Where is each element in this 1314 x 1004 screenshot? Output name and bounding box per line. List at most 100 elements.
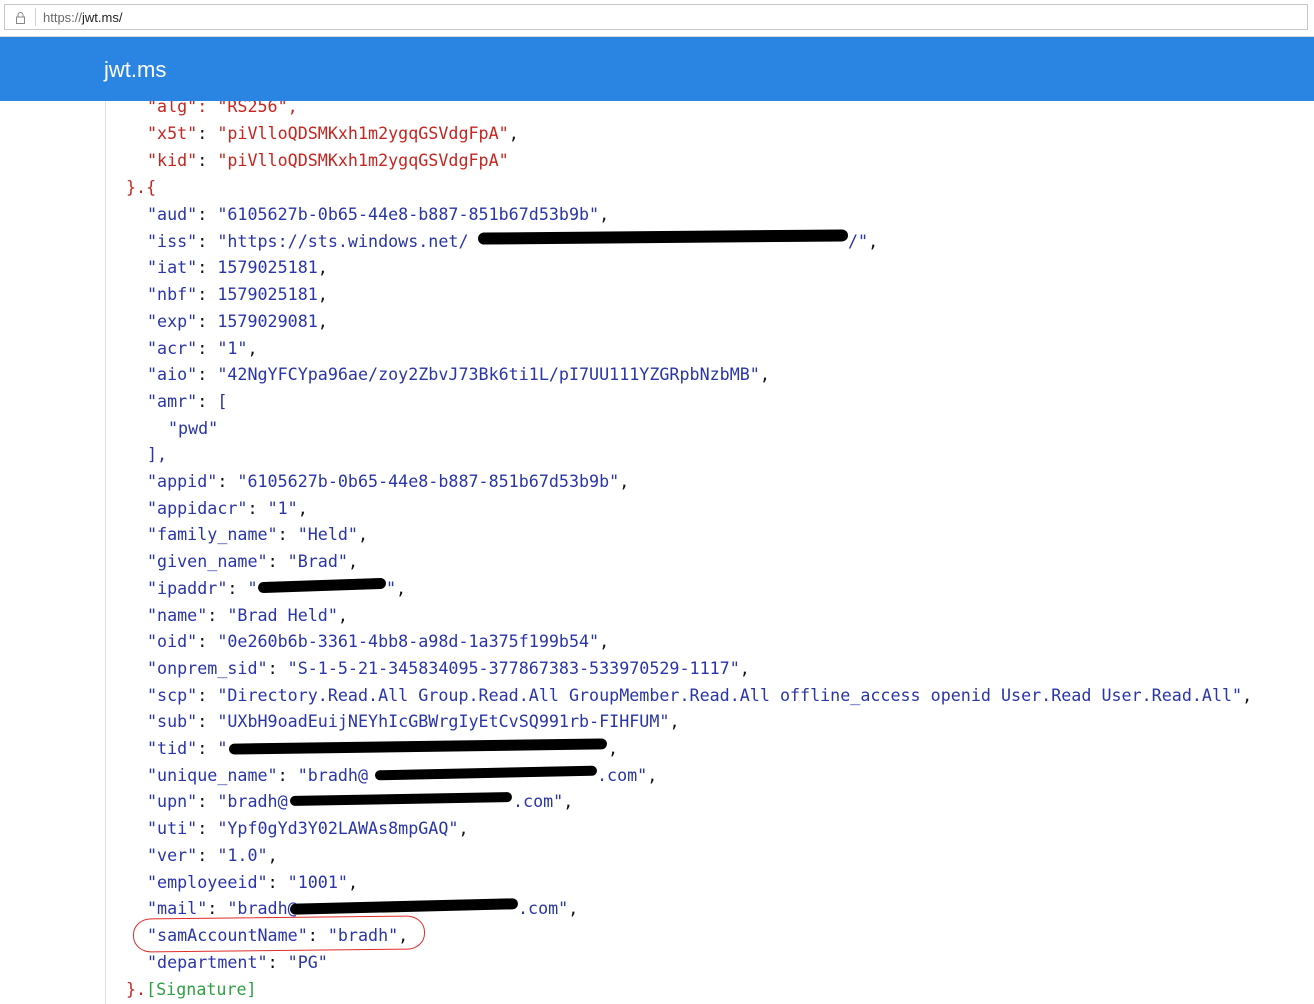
claim-value: "UXbH9oadEuijNEYhIcGBWrgIyEtCvSQ991rb-FI… [217, 711, 670, 732]
claim-value: ], [147, 444, 168, 465]
app-title[interactable]: jwt.ms [104, 57, 166, 83]
url-text[interactable]: https://jwt.ms/ [43, 10, 122, 25]
claim-key: "uti" [147, 818, 198, 839]
url-scheme: https:// [43, 10, 83, 25]
url-host: jwt.ms/ [82, 10, 123, 25]
claim-line: "sub": "UXbH9oadEuijNEYhIcGBWrgIyEtCvSQ9… [147, 711, 680, 732]
claim-key: "unique_name" [147, 764, 278, 785]
claim-separator: , [739, 657, 750, 678]
claim-value-tail: /" [848, 230, 869, 251]
claim-line: "aud": "6105627b-0b65-44e8-b887-851b67d5… [147, 204, 610, 224]
lock-icon [16, 12, 25, 24]
claim-key: "scp" [147, 684, 198, 705]
claim-separator: , [608, 738, 619, 758]
claim-key: "aud" [147, 204, 198, 224]
claim-line: "appidacr": "1", [147, 497, 308, 518]
decoded-token-panel: "alg": "RS256", "x5t": "piVlloQDSMKxh1m2… [0, 101, 1314, 1004]
claim-key: "iat" [147, 257, 198, 278]
claim-line: "employeeid": "1001", [147, 871, 358, 892]
claim-separator: , [337, 604, 348, 625]
claim-separator: , [568, 898, 579, 919]
claim-value: "PG" [287, 951, 328, 972]
claim-value: "https://sts.windows.net/ [217, 230, 469, 251]
claim-line: "nbf": 1579025181, [147, 284, 328, 305]
claim-value: "42NgYFCYpa96ae/zoy2ZbvJ73Bk6ti1L/pI7UU1… [217, 364, 760, 385]
footer-line: }.[Signature] [126, 976, 257, 1003]
claim-value: "1001" [287, 871, 348, 892]
claim-key: "given_name" [147, 551, 268, 572]
claim-separator: , [396, 577, 407, 598]
claim-line: "acr": "1", [147, 337, 258, 358]
claim-key: "exp" [147, 310, 198, 331]
claim-separator: , [317, 257, 328, 278]
claim-value-tail: .com" [513, 791, 564, 812]
claim-value-tail: " [386, 577, 397, 598]
claim-value-tail: .com" [597, 764, 648, 785]
header-kid-value: "piVlloQDSMKxh1m2ygqGSVdgFpA" [217, 150, 509, 170]
header-x5t-key: "x5t" [147, 123, 198, 143]
url-field[interactable]: https://jwt.ms/ [4, 4, 1308, 30]
claim-line: "aio": "42NgYFCYpa96ae/zoy2ZbvJ73Bk6ti1L… [147, 364, 770, 385]
highlight-circle-samaccountname [132, 915, 426, 953]
claim-value: "Brad Held" [227, 604, 338, 625]
header-alg-line: "alg": "RS256", [147, 101, 298, 116]
claim-value: "pwd" [168, 417, 219, 438]
claim-separator: , [247, 337, 258, 358]
claim-line: "given_name": "Brad", [147, 551, 358, 572]
claim-line: "exp": 1579029081, [147, 310, 328, 331]
claim-separator: , [357, 524, 369, 545]
claim-value: "Brad" [287, 551, 348, 572]
claim-separator: , [347, 551, 358, 572]
claim-value: "S-1-5-21-345834095-377867383-533970529-… [287, 657, 740, 678]
claim-line: "name": "Brad Held", [147, 604, 348, 625]
claim-value: "6105627b-0b65-44e8-b887-851b67d53b9b" [217, 204, 600, 224]
claim-line: "appid": "6105627b-0b65-44e8-b887-851b67… [147, 471, 630, 491]
claim-value: " [247, 577, 258, 598]
claim-line: "department": "PG" [147, 951, 328, 972]
claim-key: "aio" [147, 364, 198, 385]
claim-key: "appidacr" [147, 497, 248, 518]
claim-key: "ver" [147, 844, 198, 865]
claim-separator: , [317, 284, 328, 305]
claim-key: "onprem_sid" [147, 657, 268, 678]
claim-value: "6105627b-0b65-44e8-b887-851b67d53b9b" [237, 471, 620, 491]
claim-value: "1" [217, 337, 248, 358]
claim-separator: , [458, 818, 469, 839]
claim-separator: , [563, 791, 574, 812]
claim-line: ], [147, 441, 167, 468]
claim-value: "1" [267, 497, 298, 518]
claim-key: "nbf" [147, 284, 198, 305]
claim-value: "Directory.Read.All Group.Read.All Group… [217, 684, 1243, 705]
claim-separator: , [317, 310, 328, 331]
claim-key: "department" [147, 951, 268, 972]
claim-key: "iss" [147, 230, 198, 251]
claim-value: " [217, 738, 228, 758]
claim-line: "ver": "1.0", [147, 844, 278, 865]
claim-key: "name" [147, 604, 208, 625]
claim-value: "bradh@ [297, 764, 369, 785]
claim-value-tail: .com" [518, 898, 569, 919]
signature-label: [Signature] [146, 979, 257, 999]
header-x5t-value: "piVlloQDSMKxh1m2ygqGSVdgFpA" [217, 123, 509, 143]
claim-line: "iat": 1579025181, [147, 257, 328, 278]
claim-separator: , [599, 204, 610, 224]
footer-close: }. [126, 979, 147, 999]
claim-key: "ipaddr" [147, 577, 228, 598]
claim-key: "employeeid" [147, 871, 268, 892]
claim-value: 1579025181 [217, 284, 318, 305]
claim-separator: , [868, 230, 879, 251]
claim-value: "bradh@ [217, 791, 288, 812]
claim-value: "bradh@ [227, 898, 298, 919]
claim-value: 1579025181 [217, 257, 318, 278]
claim-value: "0e260b6b-3361-4bb8-a98d-1a375f199b54" [217, 631, 600, 652]
claim-line: "uti": "Ypf0gYd3Y02LAWAs8mpGAQ", [147, 818, 469, 839]
claim-value: 1579029081 [217, 310, 318, 331]
header-kid-key: "kid" [147, 150, 198, 170]
claim-separator: , [647, 764, 658, 785]
browser-address-bar: https://jwt.ms/ [0, 0, 1314, 37]
claim-separator: , [759, 364, 770, 385]
claim-value: "1.0" [217, 844, 268, 865]
claim-separator: , [599, 631, 610, 652]
header-x5t-line: "x5t": "piVlloQDSMKxh1m2ygqGSVdgFpA", [147, 123, 519, 143]
claim-key: "amr" [147, 390, 198, 411]
